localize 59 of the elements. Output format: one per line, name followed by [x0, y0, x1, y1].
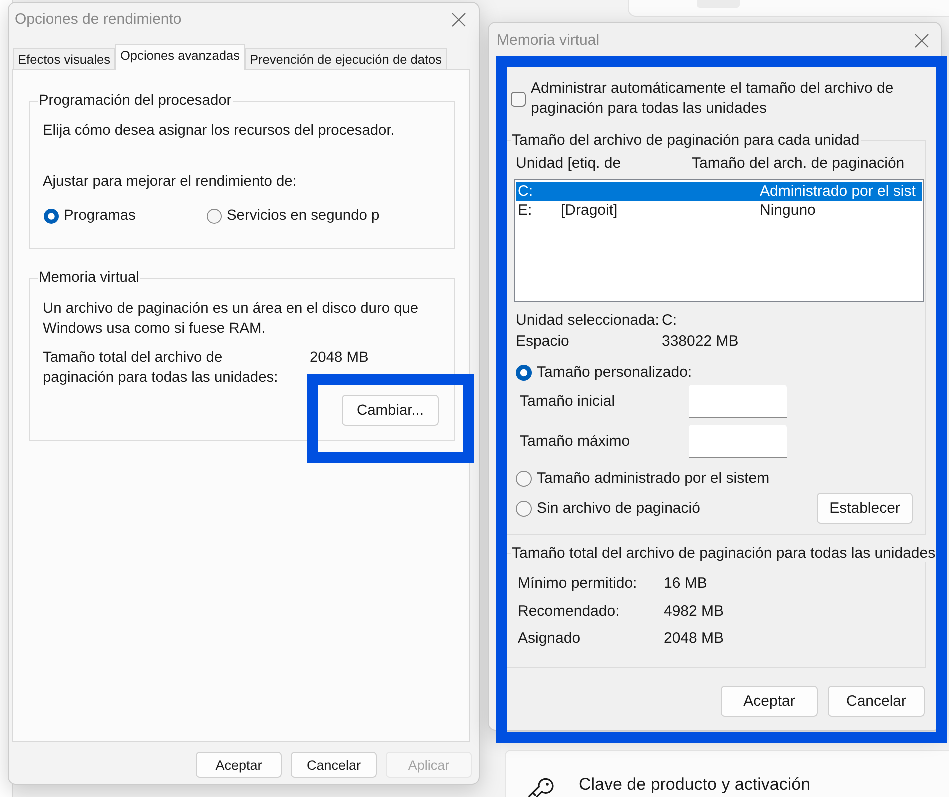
dialog-button[interactable]: Cancelar: [828, 686, 925, 716]
field-label: Tamaño inicial: [520, 393, 616, 410]
field-label: Tamaño máximo: [520, 433, 632, 450]
radio-button[interactable]: [516, 471, 532, 487]
group-title: Programación del procesador: [38, 92, 233, 110]
radio-label: Programas: [64, 207, 136, 225]
group-title: Memoria virtual: [38, 269, 140, 287]
info-value: 2048 MB: [664, 629, 726, 649]
tab[interactable]: Prevención de ejecución de datos: [244, 48, 448, 69]
column-header: Tamaño del arch. de paginación: [692, 155, 905, 172]
change-button[interactable]: Cambiar...: [342, 395, 439, 426]
info-label: Recomendado:: [518, 602, 621, 622]
total-value: 2048 MB: [310, 349, 369, 368]
settings-row[interactable]: Clave de producto y activación: [505, 750, 949, 797]
radio-label: Tamaño administrado por el sistem: [537, 470, 770, 488]
info-value: 16 MB: [664, 574, 708, 594]
list-cell-text: E:: [518, 201, 534, 220]
list-cell: Ninguno: [760, 201, 816, 220]
list-cell: [Dragoit]: [561, 202, 618, 219]
adjust-label: Ajustar para mejorar el rendimiento de:: [43, 173, 298, 191]
checkbox-label: Administrar automáticamente el tamaño del archivo de paginación para todas las unidades: [531, 79, 895, 119]
tab[interactable]: Opciones avanzadas: [115, 44, 245, 70]
close-icon[interactable]: [915, 34, 929, 48]
info-label: Espacio: [516, 332, 570, 352]
checkbox[interactable]: [511, 92, 526, 106]
total-label: Tamaño total del archivo de paginación para todas las unidades:: [43, 349, 280, 388]
close-icon[interactable]: [452, 13, 466, 27]
radio-label: Servicios en segundo p: [227, 207, 380, 225]
radio-button[interactable]: [516, 365, 532, 381]
list-row[interactable]: C: Administrado por el sist: [516, 182, 922, 201]
radio-label: Sin archivo de paginació: [537, 500, 700, 518]
info-value: C:: [662, 311, 678, 331]
description-text: Elija cómo desea asignar los recursos del procesador.: [43, 122, 396, 140]
list-row[interactable]: E: [Dragoit] Ninguno: [516, 201, 922, 220]
dialog-button[interactable]: Aceptar: [196, 752, 282, 778]
input-field[interactable]: [689, 385, 787, 418]
radio-button[interactable]: [207, 208, 222, 224]
window-title: Opciones de rendimiento: [15, 11, 182, 29]
list-cell-text: C:: [518, 182, 534, 201]
radio-label: Tamaño personalizado:: [537, 364, 692, 382]
description-text: Un archivo de paginación es un área en el disco duro que Windows usa como si fuese RAM.: [43, 300, 420, 339]
tab[interactable]: Efectos visuales: [13, 48, 116, 69]
info-value: 338022 MB: [662, 332, 740, 352]
column-header: Unidad [etiq. de: [516, 155, 622, 172]
input-field[interactable]: [689, 425, 787, 458]
radio-button[interactable]: [44, 208, 59, 224]
info-value: 4982 MB: [664, 602, 726, 622]
info-label: Asignado: [518, 629, 582, 649]
key-icon: [528, 778, 554, 797]
set-button[interactable]: Establecer: [817, 493, 913, 524]
dialog-button[interactable]: Cancelar: [291, 752, 377, 778]
info-label: Mínimo permitido:: [518, 574, 638, 594]
list-cell: Administrado por el sist: [760, 182, 916, 201]
group-title: Tamaño del archivo de paginación para cada unidad: [511, 132, 861, 149]
dialog-button[interactable]: Aceptar: [721, 686, 818, 716]
window-title: Memoria virtual: [497, 32, 600, 50]
info-label: Unidad seleccionada:: [516, 311, 660, 331]
group-title: Tamaño total del archivo de paginación para todas las unidades: [511, 545, 937, 562]
radio-button[interactable]: [516, 500, 532, 516]
